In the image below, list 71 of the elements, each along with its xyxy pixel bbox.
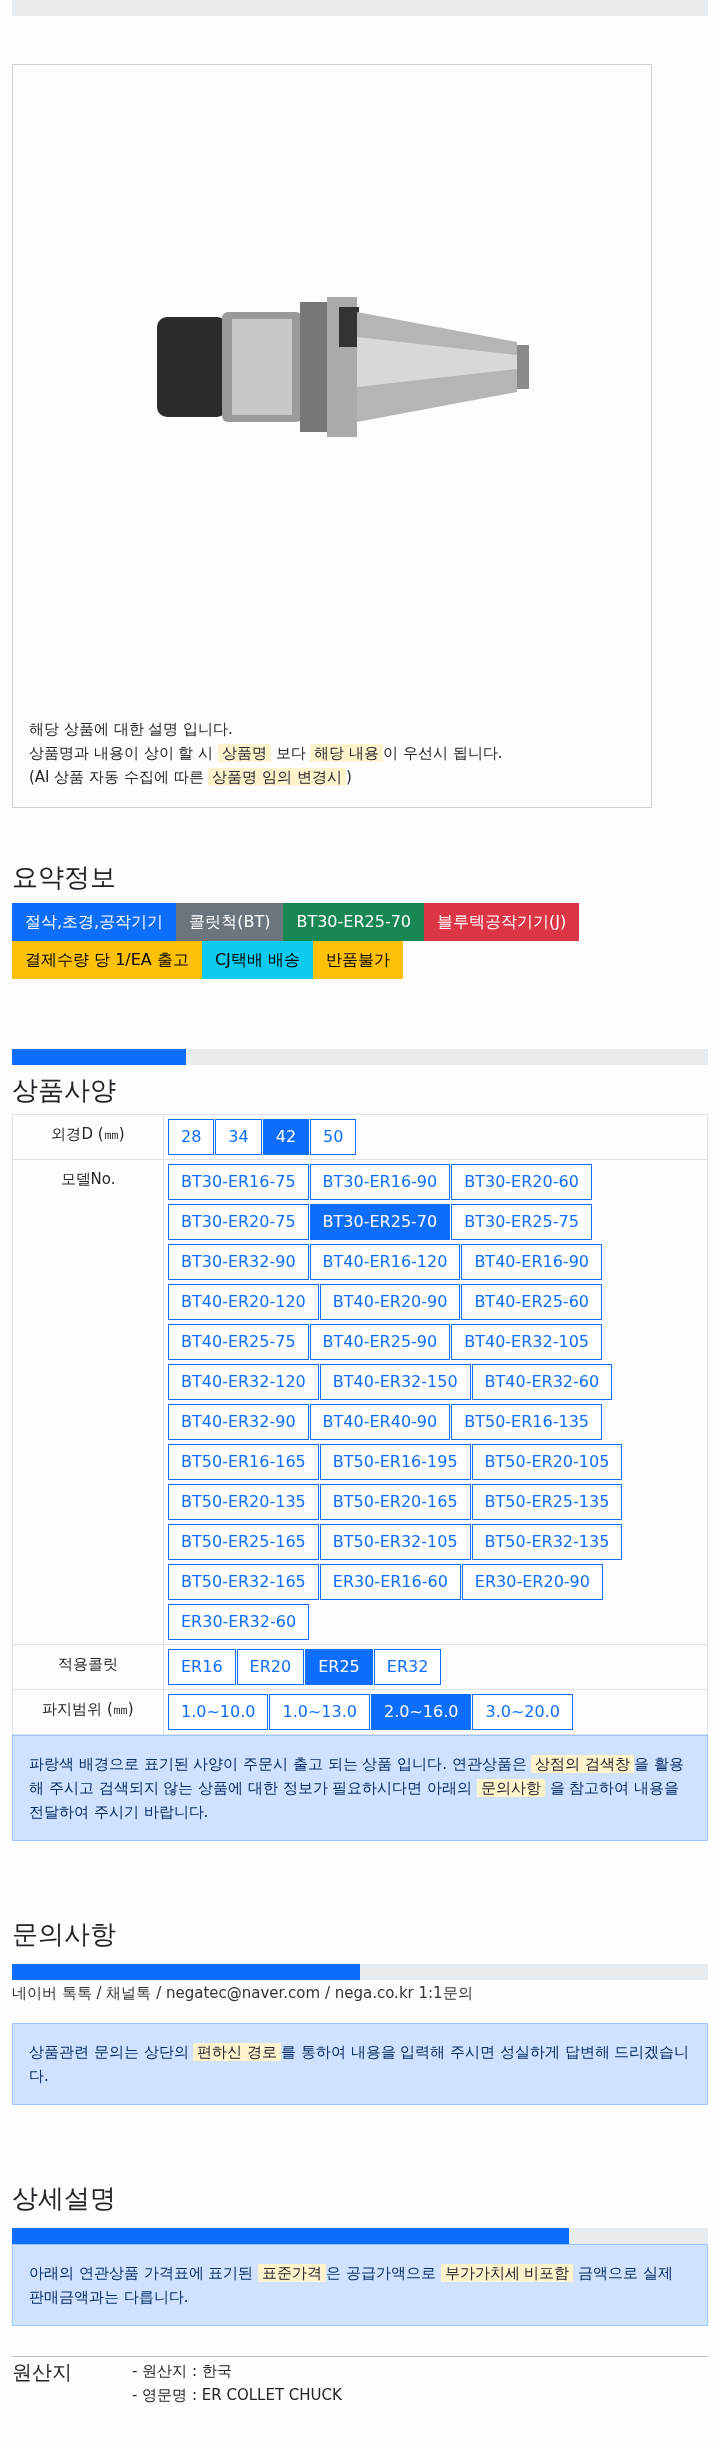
description-text: 해당 상품에 대한 설명 입니다.: [29, 719, 234, 740]
option-button[interactable]: ER30-ER16-60: [319, 1564, 461, 1600]
option-button[interactable]: 1.0~13.0: [269, 1694, 370, 1730]
origin-text: - 원산지 : 한국: [132, 2361, 233, 2382]
option-button[interactable]: BT40-ER16-90: [461, 1244, 602, 1280]
option-button[interactable]: BT50-ER16-165: [168, 1444, 319, 1480]
option-button[interactable]: BT40-ER25-90: [309, 1324, 451, 1360]
option-button[interactable]: ER30-ER32-60: [168, 1604, 310, 1640]
option-button[interactable]: BT30-ER20-75: [168, 1204, 309, 1240]
option-button[interactable]: BT40-ER32-105: [451, 1324, 602, 1360]
tag: 절삭,초경,공작기기: [12, 903, 177, 941]
option-button[interactable]: BT40-ER25-75: [168, 1324, 309, 1360]
option-button[interactable]: BT40-ER32-120: [168, 1364, 319, 1400]
origin-text: - 영문명 : ER COLLET CHUCK: [132, 2385, 342, 2406]
spec-label: 적용콜릿: [58, 1655, 118, 1673]
option-button[interactable]: BT40-ER20-90: [319, 1284, 461, 1320]
option-button[interactable]: BT50-ER20-165: [319, 1484, 471, 1520]
option-button[interactable]: 42: [262, 1119, 310, 1155]
origin-label: 원산지: [12, 2359, 73, 2386]
option-button[interactable]: BT30-ER32-90: [168, 1244, 309, 1280]
option-button[interactable]: BT50-ER25-165: [168, 1524, 319, 1560]
info-notice: 아래의 연관상품 가격표에 표기된 표준가격은 공급가액으로 부가가치세 비포함 금액으로 실제 판매금액과는 다릅니다.: [12, 2244, 708, 2326]
tag: 결제수량 당 1/EA 출고: [12, 941, 202, 979]
option-button[interactable]: BT50-ER32-135: [471, 1524, 623, 1560]
tag: 콜릿척(BT): [176, 903, 284, 941]
description-text: (AI 상품 자동 수집에 따른 상품명 임의 변경시): [29, 767, 353, 788]
option-button[interactable]: BT40-ER25-60: [461, 1284, 602, 1320]
section-title: 요약정보: [12, 861, 117, 894]
spec-label: 파지범위 (㎜): [42, 1700, 134, 1718]
option-button[interactable]: BT50-ER16-135: [451, 1404, 602, 1440]
option-button[interactable]: BT50-ER20-135: [168, 1484, 319, 1520]
option-button[interactable]: BT50-ER20-105: [471, 1444, 623, 1480]
option-button[interactable]: BT50-ER25-135: [471, 1484, 623, 1520]
option-button[interactable]: BT30-ER25-70: [309, 1204, 451, 1240]
option-button[interactable]: ER30-ER20-90: [461, 1564, 603, 1600]
option-button[interactable]: BT50-ER32-165: [168, 1564, 319, 1600]
description-text: 상품명과 내용이 상이 할 시 상품명 보다 해당 내용이 우선시 됩니다.: [29, 743, 504, 764]
tag: 반품불가: [312, 941, 403, 979]
option-button[interactable]: ER16: [168, 1649, 236, 1685]
info-notice: 파랑색 배경으로 표기된 사양이 주문시 출고 되는 상품 입니다. 연관상품은 상점의 검색창을 활용해 주시고 검색되지 않는 상품에 대한 정보가 필요하시다면 아래의 문의사항 을 참고하여 내용을 전달하여 주시기 바랍니다.: [12, 1735, 708, 1841]
option-button[interactable]: BT30-ER16-75: [168, 1164, 309, 1200]
option-button[interactable]: BT40-ER32-90: [168, 1404, 309, 1440]
info-notice: 상품관련 문의는 상단의 편하신 경로를 통하여 내용을 입력해 주시면 성실하게 답변해 드리겠습니다.: [12, 2023, 708, 2105]
option-button[interactable]: BT40-ER40-90: [309, 1404, 451, 1440]
option-button[interactable]: 2.0~16.0: [370, 1694, 472, 1730]
section-title: 상세설명: [12, 2182, 117, 2215]
tag: 블루텍공작기기(J): [424, 903, 580, 941]
option-button[interactable]: 1.0~10.0: [168, 1694, 269, 1730]
tag: CJ택배 배송: [201, 941, 313, 979]
option-button[interactable]: ER32: [373, 1649, 442, 1685]
option-button[interactable]: ER25: [305, 1649, 373, 1685]
option-button[interactable]: 28: [168, 1119, 215, 1155]
option-button[interactable]: BT50-ER32-105: [319, 1524, 471, 1560]
option-button[interactable]: BT40-ER16-120: [309, 1244, 461, 1280]
option-button[interactable]: BT40-ER32-150: [319, 1364, 471, 1400]
option-button[interactable]: BT40-ER20-120: [168, 1284, 319, 1320]
spec-label: 모델No.: [60, 1170, 116, 1188]
contact-text: 네이버 톡톡 / 채널톡 / negatec@naver.com / nega.co.kr 1:1문의: [12, 1984, 474, 2003]
option-button[interactable]: 50: [310, 1119, 357, 1155]
section-title: 상품사양: [12, 1074, 117, 1107]
spec-label: 외경D (㎜): [51, 1125, 125, 1143]
tag: BT30-ER25-70: [283, 903, 424, 941]
option-button[interactable]: 34: [215, 1119, 262, 1155]
section-title: 문의사항: [12, 1918, 117, 1951]
option-button[interactable]: ER20: [236, 1649, 305, 1685]
option-button[interactable]: BT50-ER16-195: [319, 1444, 471, 1480]
option-button[interactable]: BT40-ER32-60: [471, 1364, 613, 1400]
option-button[interactable]: 3.0~20.0: [472, 1694, 573, 1730]
option-button[interactable]: BT30-ER16-90: [309, 1164, 451, 1200]
option-button[interactable]: BT30-ER20-60: [451, 1164, 592, 1200]
option-button[interactable]: BT30-ER25-75: [451, 1204, 592, 1240]
